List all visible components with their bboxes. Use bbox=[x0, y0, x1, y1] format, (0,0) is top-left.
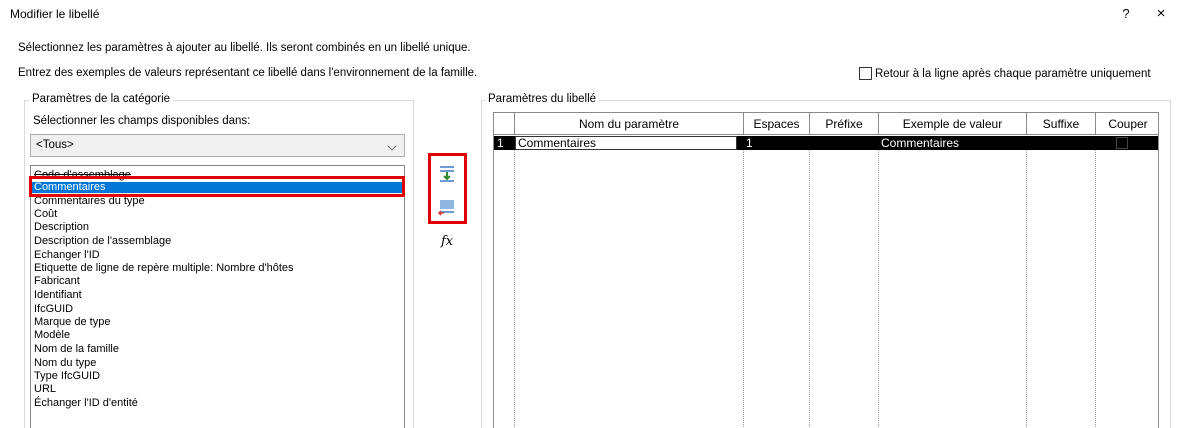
remove-parameter-button[interactable] bbox=[436, 196, 458, 218]
list-item[interactable]: Description de l'assemblage bbox=[34, 236, 171, 247]
column-divider bbox=[1095, 113, 1096, 428]
header-spaces[interactable]: Espaces bbox=[743, 113, 809, 135]
header-suffix[interactable]: Suffixe bbox=[1026, 113, 1095, 135]
wrap-checkbox[interactable] bbox=[859, 67, 872, 80]
column-divider bbox=[1026, 113, 1027, 428]
close-button[interactable]: × bbox=[1150, 4, 1172, 24]
instruction-line-2: Entrez des exemples de valeurs représent… bbox=[18, 67, 478, 79]
list-item[interactable]: Description bbox=[34, 222, 89, 233]
add-parameter-icon bbox=[440, 166, 454, 182]
chevron-down-icon[interactable] bbox=[387, 141, 397, 151]
row-number-header bbox=[494, 113, 514, 135]
fields-source-dropdown[interactable]: <Tous> bbox=[30, 134, 405, 157]
parameter-name-cell[interactable]: Commentaires bbox=[515, 136, 737, 150]
table-row[interactable]: 1 Commentaires 1 Commentaires bbox=[494, 136, 1158, 150]
help-button[interactable]: ? bbox=[1115, 4, 1137, 24]
row-index: 1 bbox=[497, 136, 504, 150]
column-divider bbox=[878, 113, 879, 428]
table-header: Nom du paramètre Espaces Préfixe Exemple… bbox=[494, 113, 1158, 135]
list-item[interactable]: Echanger l'ID bbox=[34, 250, 100, 261]
wrap-checkbox-label: Retour à la ligne après chaque paramètre… bbox=[875, 67, 1151, 80]
add-parameter-button[interactable] bbox=[436, 163, 458, 185]
example-value-cell[interactable]: Commentaires bbox=[878, 136, 1026, 150]
list-item[interactable]: Marque de type bbox=[34, 317, 110, 328]
list-item[interactable]: Échanger l'ID d'entité bbox=[34, 398, 138, 409]
label-parameters-table[interactable]: Nom du paramètre Espaces Préfixe Exemple… bbox=[493, 112, 1159, 428]
dialog-title: Modifier le libellé bbox=[10, 7, 100, 21]
list-item[interactable]: URL bbox=[34, 384, 56, 395]
formula-button[interactable]: fx bbox=[441, 234, 453, 249]
remove-parameter-icon bbox=[437, 200, 454, 216]
list-item[interactable]: Coût bbox=[34, 209, 57, 220]
column-divider bbox=[743, 113, 744, 428]
column-divider bbox=[514, 113, 515, 428]
list-item[interactable]: IfcGUID bbox=[34, 304, 73, 315]
list-item[interactable]: Etiquette de ligne de repère multiple: N… bbox=[34, 263, 294, 274]
list-item[interactable]: Nom de la famille bbox=[34, 344, 119, 355]
list-item[interactable]: Commentaires du type bbox=[34, 196, 145, 207]
instruction-line-1: Sélectionnez les paramètres à ajouter au… bbox=[18, 42, 471, 54]
title-bar: Modifier le libellé ? × bbox=[0, 0, 1182, 28]
suffix-cell[interactable] bbox=[1026, 136, 1095, 150]
category-group-title: Paramètres de la catégorie bbox=[29, 93, 174, 105]
header-parameter-name[interactable]: Nom du paramètre bbox=[514, 113, 743, 135]
header-example-value[interactable]: Exemple de valeur bbox=[878, 113, 1026, 135]
dropdown-value: <Tous> bbox=[36, 139, 74, 151]
available-fields-label: Sélectionner les champs disponibles dans… bbox=[33, 115, 251, 127]
available-fields-list[interactable]: Code d'assemblage Commentaires Commentai… bbox=[30, 165, 405, 428]
break-checkbox[interactable] bbox=[1116, 137, 1128, 149]
prefix-cell[interactable] bbox=[809, 136, 878, 150]
header-prefix[interactable]: Préfixe bbox=[809, 113, 878, 135]
label-group-title: Paramètres du libellé bbox=[485, 93, 600, 105]
list-item[interactable]: Fabricant bbox=[34, 276, 80, 287]
list-item[interactable]: Identifiant bbox=[34, 290, 82, 301]
list-item[interactable]: Nom du type bbox=[34, 358, 96, 369]
spaces-cell[interactable]: 1 bbox=[743, 136, 809, 150]
list-item[interactable]: Type IfcGUID bbox=[34, 371, 100, 382]
wrap-after-parameter-option[interactable]: Retour à la ligne après chaque paramètre… bbox=[859, 67, 1151, 80]
column-divider bbox=[809, 113, 810, 428]
header-break[interactable]: Couper bbox=[1095, 113, 1158, 135]
list-item[interactable]: Modèle bbox=[34, 330, 70, 341]
highlight-selected-field bbox=[29, 176, 405, 197]
